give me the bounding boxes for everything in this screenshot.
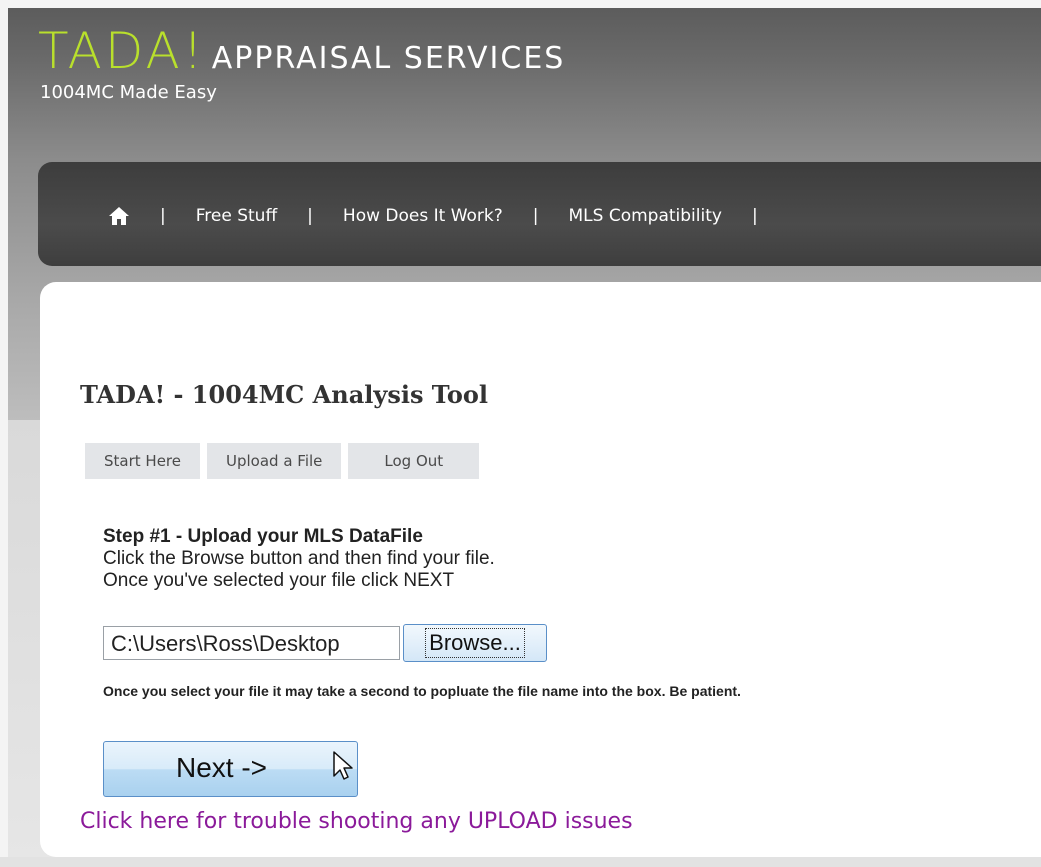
home-icon[interactable] — [108, 205, 130, 227]
bottom-border — [0, 857, 1041, 867]
next-button[interactable]: Next -> — [103, 741, 358, 797]
step-title: Step #1 - Upload your MLS DataFile — [103, 526, 423, 547]
upload-note: Once you select your file it may take a … — [103, 683, 741, 699]
troubleshooting-link[interactable]: Click here for trouble shooting any UPLO… — [80, 809, 633, 834]
logo-text: APPRAISAL SERVICES — [211, 41, 566, 76]
step-line-2: Once you've selected your file click NEX… — [103, 570, 455, 591]
browse-label: Browse... — [425, 628, 525, 658]
browse-button[interactable]: Browse... — [403, 624, 547, 662]
nav-separator: | — [751, 206, 758, 226]
file-upload-row: C:\Users\Ross\Desktop Browse... — [103, 624, 547, 662]
tab-start-here[interactable]: Start Here — [85, 443, 200, 479]
nav-separator: | — [307, 206, 313, 226]
site-logo[interactable]: TADA! APPRAISAL SERVICES — [38, 26, 565, 76]
nav-item-how-it-works[interactable]: How Does It Work? — [343, 206, 503, 226]
logo-brand: TADA! — [38, 22, 206, 80]
nav-separator: | — [160, 206, 166, 226]
nav-item-free-stuff[interactable]: Free Stuff — [196, 206, 277, 226]
tab-log-out[interactable]: Log Out — [348, 443, 480, 479]
page-title: TADA! - 1004MC Analysis Tool — [80, 380, 489, 409]
tool-tabs: Start Here Upload a File Log Out — [85, 443, 486, 479]
tab-upload-file[interactable]: Upload a File — [207, 443, 342, 479]
step-instructions: Step #1 - Upload your MLS DataFile Click… — [103, 526, 495, 592]
next-label: Next -> — [176, 752, 268, 783]
nav-separator: | — [532, 206, 539, 226]
step-line-1: Click the Browse button and then find yo… — [103, 548, 495, 569]
file-path-input[interactable]: C:\Users\Ross\Desktop — [103, 626, 400, 660]
nav-item-mls-compatibility[interactable]: MLS Compatibility — [569, 206, 722, 226]
tagline: 1004MC Made Easy — [40, 82, 217, 103]
mouse-cursor-icon — [332, 750, 354, 782]
content-panel: TADA! - 1004MC Analysis Tool Start Here … — [40, 282, 1041, 857]
main-nav: | Free Stuff | How Does It Work? | MLS C… — [38, 162, 1041, 266]
